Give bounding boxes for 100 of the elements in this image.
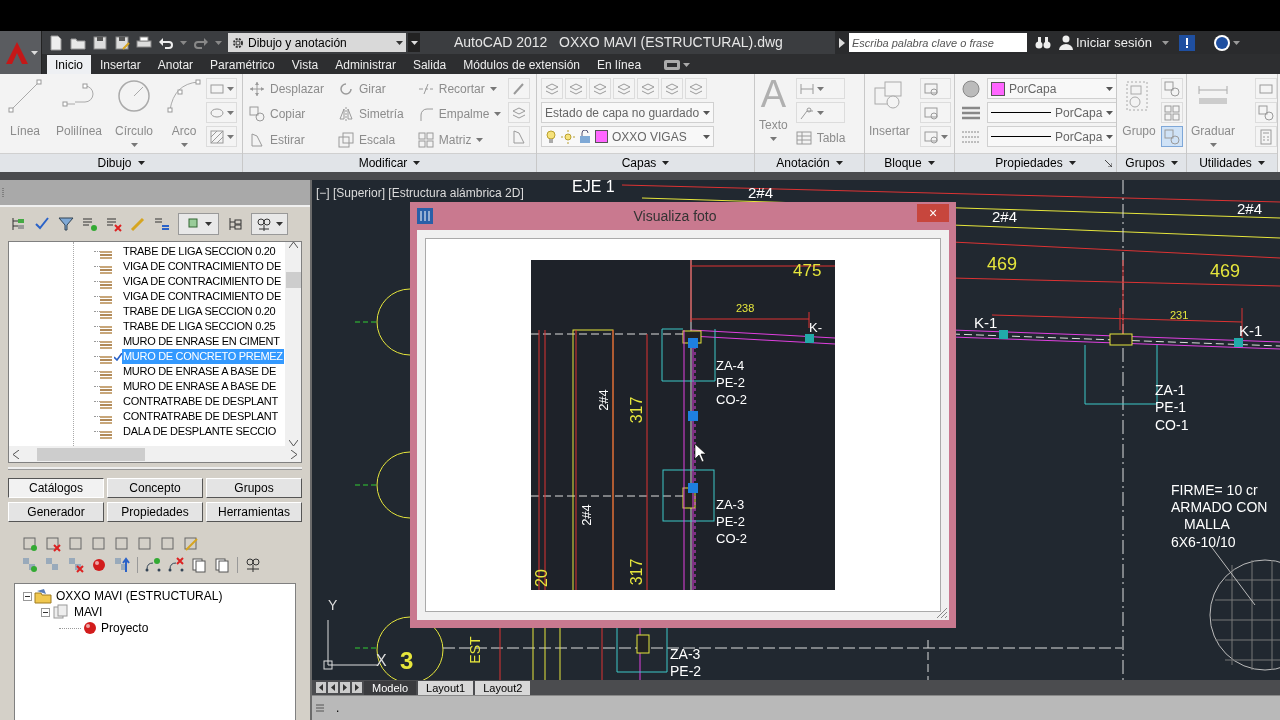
property-dropdown[interactable]: OXXO VIGAS <box>541 126 715 147</box>
brush-icon[interactable] <box>130 216 146 232</box>
copy-icon[interactable] <box>191 557 207 573</box>
workspace-dropdown[interactable]: Dibujo y anotación <box>228 33 406 52</box>
leader-dropdown[interactable] <box>795 102 846 123</box>
viewport-label[interactable]: [−] [Superior] [Estructura alámbrica 2D] <box>316 184 524 202</box>
grip-icon[interactable] <box>316 704 324 712</box>
edit-delete-icon[interactable] <box>45 536 61 552</box>
ribbon-tab[interactable]: Administrar <box>327 55 404 74</box>
next-tab-icon[interactable] <box>340 682 350 693</box>
ribbon-tab[interactable]: Vista <box>283 55 327 74</box>
layer-tool-button[interactable] <box>589 78 611 99</box>
attribute-dropdown[interactable] <box>920 126 951 147</box>
layout-tab[interactable]: Modelo <box>364 680 417 695</box>
collapse-icon[interactable] <box>23 591 32 601</box>
palette-tab[interactable]: Herramientas <box>206 502 302 522</box>
layer-tool-button[interactable] <box>661 78 683 99</box>
ribbon-tab[interactable]: Insertar <box>92 55 149 74</box>
catalog-item[interactable]: TRABE DE LIGA SECCION 0.20 <box>122 304 277 319</box>
catalog-item[interactable]: VIGA DE CONTRACIMIENTO DE <box>122 259 282 274</box>
palette-tab[interactable]: Concepto <box>107 478 203 498</box>
sign-in-button[interactable]: Iniciar sesión <box>1059 32 1169 53</box>
catalog-item[interactable]: MURO DE ENRASE A BASE DE <box>122 364 277 379</box>
ribbon-tab[interactable]: Inicio <box>47 55 91 74</box>
list-delete-icon[interactable] <box>106 216 122 232</box>
layout-tab[interactable]: Layout2 <box>475 680 531 695</box>
property-dropdown[interactable]: PorCapa <box>987 102 1116 123</box>
ruler-pencil-icon[interactable] <box>183 536 199 552</box>
layer-tool-button[interactable] <box>541 78 563 99</box>
layer-tool-button[interactable] <box>637 78 659 99</box>
hatch-dropdown[interactable] <box>206 126 238 147</box>
catalog-item[interactable]: CONTRATRABE DE DESPLANT <box>122 409 279 424</box>
locate-dropdown-button[interactable] <box>251 213 288 235</box>
ribbon-tab[interactable]: Paramétrico <box>202 55 283 74</box>
new-file-icon[interactable] <box>48 34 64 51</box>
scroll-left-icon[interactable] <box>13 449 19 459</box>
customize-button[interactable] <box>408 33 420 52</box>
binoculars-icon[interactable] <box>1035 35 1051 50</box>
grid-add-icon[interactable] <box>22 557 38 573</box>
layer-button[interactable] <box>508 102 530 123</box>
list-add-icon[interactable] <box>82 216 98 232</box>
search-field[interactable]: Escriba palabra clave o frase <box>849 33 1027 52</box>
locate-icon[interactable] <box>245 557 261 573</box>
select-button[interactable] <box>1255 102 1277 123</box>
panel-toggle-icon[interactable] <box>664 60 681 70</box>
group-edit-button[interactable] <box>1161 78 1183 99</box>
grip-icon[interactable] <box>2 187 5 198</box>
rectangle-dropdown[interactable] <box>206 78 238 99</box>
collapse-icon[interactable] <box>41 607 50 617</box>
expand-arrow-icon[interactable] <box>839 37 845 48</box>
edit-add-icon[interactable] <box>22 536 38 552</box>
scroll-thumb[interactable] <box>37 447 145 461</box>
calculator-button[interactable] <box>1255 126 1277 147</box>
paste-icon[interactable] <box>214 557 230 573</box>
panel-title-button[interactable]: Anotación <box>755 153 864 172</box>
panel-title-button[interactable]: Utilidades <box>1187 153 1277 172</box>
property-dropdown[interactable]: PorCapa <box>987 126 1116 147</box>
scroll-thumb[interactable] <box>285 272 301 288</box>
prev-tab-icon[interactable] <box>328 682 338 693</box>
panel-title-button[interactable]: Bloque <box>865 153 954 172</box>
palette-tab[interactable]: Propiedades <box>107 502 203 522</box>
hierarchy-icon[interactable] <box>227 216 243 232</box>
layer-tool-button[interactable] <box>613 78 635 99</box>
last-tab-icon[interactable] <box>352 682 362 693</box>
save-as-icon[interactable] <box>114 34 130 51</box>
group-select-button[interactable] <box>1161 126 1183 147</box>
panel-title-button[interactable]: Propiedades <box>955 153 1116 172</box>
panel-title-button[interactable]: Grupos <box>1117 153 1186 172</box>
panel-title-button[interactable]: Dibujo <box>0 153 242 172</box>
scroll-down-icon[interactable] <box>288 440 298 446</box>
property-dropdown[interactable]: Estado de capa no guardado <box>541 102 715 123</box>
ellipse-dropdown[interactable] <box>206 102 238 123</box>
filter-icon[interactable] <box>58 216 74 232</box>
stretch-button[interactable] <box>508 126 530 147</box>
node-add-icon[interactable] <box>145 557 161 573</box>
close-button[interactable]: × <box>917 204 949 222</box>
grid-delete-icon[interactable] <box>68 557 84 573</box>
print-icon[interactable] <box>136 34 152 51</box>
measure-button[interactable] <box>1255 78 1277 99</box>
block-create-button[interactable] <box>920 78 951 99</box>
scroll-up-icon[interactable] <box>288 242 298 248</box>
help-icon[interactable] <box>1213 33 1231 52</box>
palette-tab[interactable]: Grupos <box>206 478 302 498</box>
catalog-item[interactable]: DALA DE DESPLANTE SECCIO <box>122 424 277 439</box>
ribbon-tab[interactable]: Salida <box>404 55 455 74</box>
node-delete-icon[interactable] <box>168 557 184 573</box>
layer-tool-button[interactable] <box>565 78 587 99</box>
catalog-item[interactable]: MURO DE ENRASE EN CIMENT <box>122 334 281 349</box>
layout-tab[interactable]: Layout1 <box>418 680 474 695</box>
catalog-item[interactable]: TRABE DE LIGA SECCION 0.25 <box>122 319 277 334</box>
ribbon-tab[interactable]: En línea <box>589 55 650 74</box>
check-icon[interactable] <box>34 216 50 232</box>
ribbon-tab[interactable]: Anotar <box>149 55 202 74</box>
first-tab-icon[interactable] <box>316 682 326 693</box>
ball-icon[interactable] <box>91 557 107 573</box>
palette-tab[interactable]: Generador <box>8 502 104 522</box>
panel-title-button[interactable]: Capas <box>537 153 754 172</box>
catalog-item[interactable]: MURO DE ENRASE A BASE DE <box>122 379 277 394</box>
layer-dropdown-button[interactable] <box>178 213 219 235</box>
dimension-dropdown[interactable] <box>795 78 846 99</box>
